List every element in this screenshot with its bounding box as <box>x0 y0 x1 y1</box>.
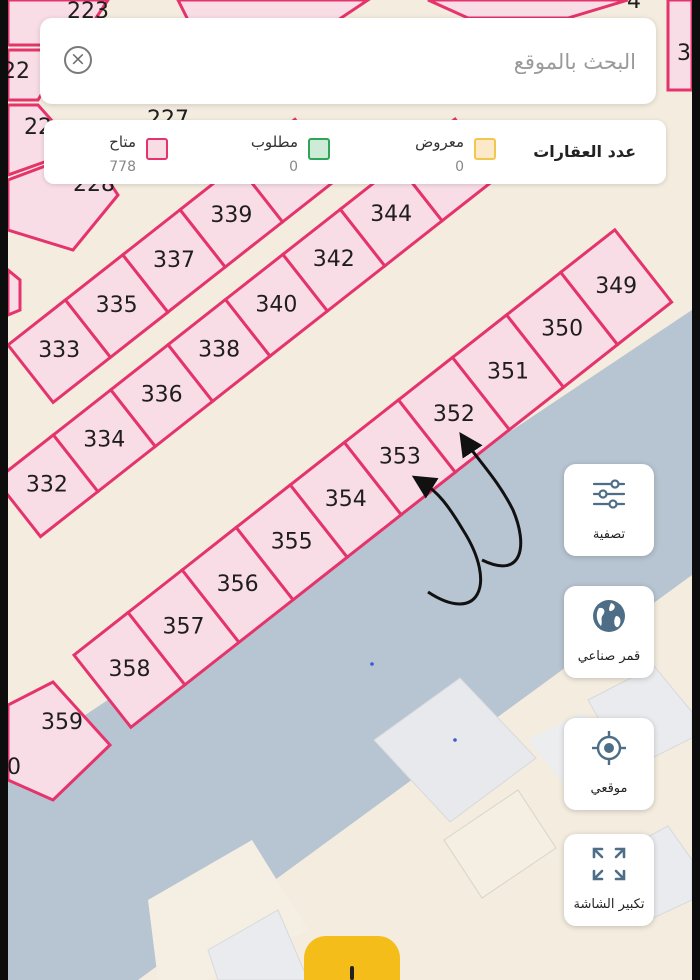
property-count-legend: عدد العقارات معروض 0 مطلوب 0 متاح 778 <box>44 120 666 184</box>
filter-button[interactable]: تصفية <box>564 464 654 556</box>
legend-item-offered[interactable]: معروض 0 <box>356 132 496 176</box>
map-point <box>453 738 457 742</box>
my-location-label: موقعي <box>590 781 628 796</box>
globe-icon <box>593 600 625 632</box>
search-bar: × <box>40 18 656 104</box>
fullscreen-button[interactable]: تكبير الشاشة <box>564 834 654 926</box>
partial-plot-number: 22 <box>8 59 30 84</box>
legend-item-available[interactable]: متاح 778 <box>48 132 168 176</box>
partial-plot-number: 3 <box>677 41 691 66</box>
partial-plot-number: 4 <box>627 0 641 14</box>
close-icon: × <box>70 48 86 70</box>
add-button[interactable] <box>304 936 400 980</box>
filter-label: تصفية <box>592 527 626 542</box>
available-swatch <box>146 138 168 160</box>
legend-label: معروض <box>415 133 464 151</box>
crosshair-icon <box>592 731 626 765</box>
partial-plot-number: 0 <box>8 755 21 780</box>
legend-label: متاح <box>109 133 136 151</box>
legend-count: 0 <box>455 159 464 175</box>
fullscreen-label: تكبير الشاشة <box>573 897 645 912</box>
satellite-button[interactable]: قمر صناعي <box>564 586 654 678</box>
add-icon <box>350 966 354 980</box>
clear-search-button[interactable]: × <box>64 46 92 74</box>
offered-swatch <box>474 138 496 160</box>
sliders-icon <box>592 479 626 509</box>
expand-icon <box>592 847 626 881</box>
map-view[interactable]: 3333353373393413323343363383403423443463… <box>8 0 692 980</box>
requested-swatch <box>308 138 330 160</box>
legend-label: مطلوب <box>250 133 298 151</box>
legend-item-requested[interactable]: مطلوب 0 <box>190 132 330 176</box>
satellite-label: قمر صناعي <box>577 649 641 664</box>
search-input[interactable] <box>110 40 638 84</box>
legend-count: 778 <box>109 159 136 175</box>
legend-title: عدد العقارات <box>533 142 636 161</box>
legend-count: 0 <box>289 159 298 175</box>
map-point <box>370 662 374 666</box>
my-location-button[interactable]: موقعي <box>564 718 654 810</box>
